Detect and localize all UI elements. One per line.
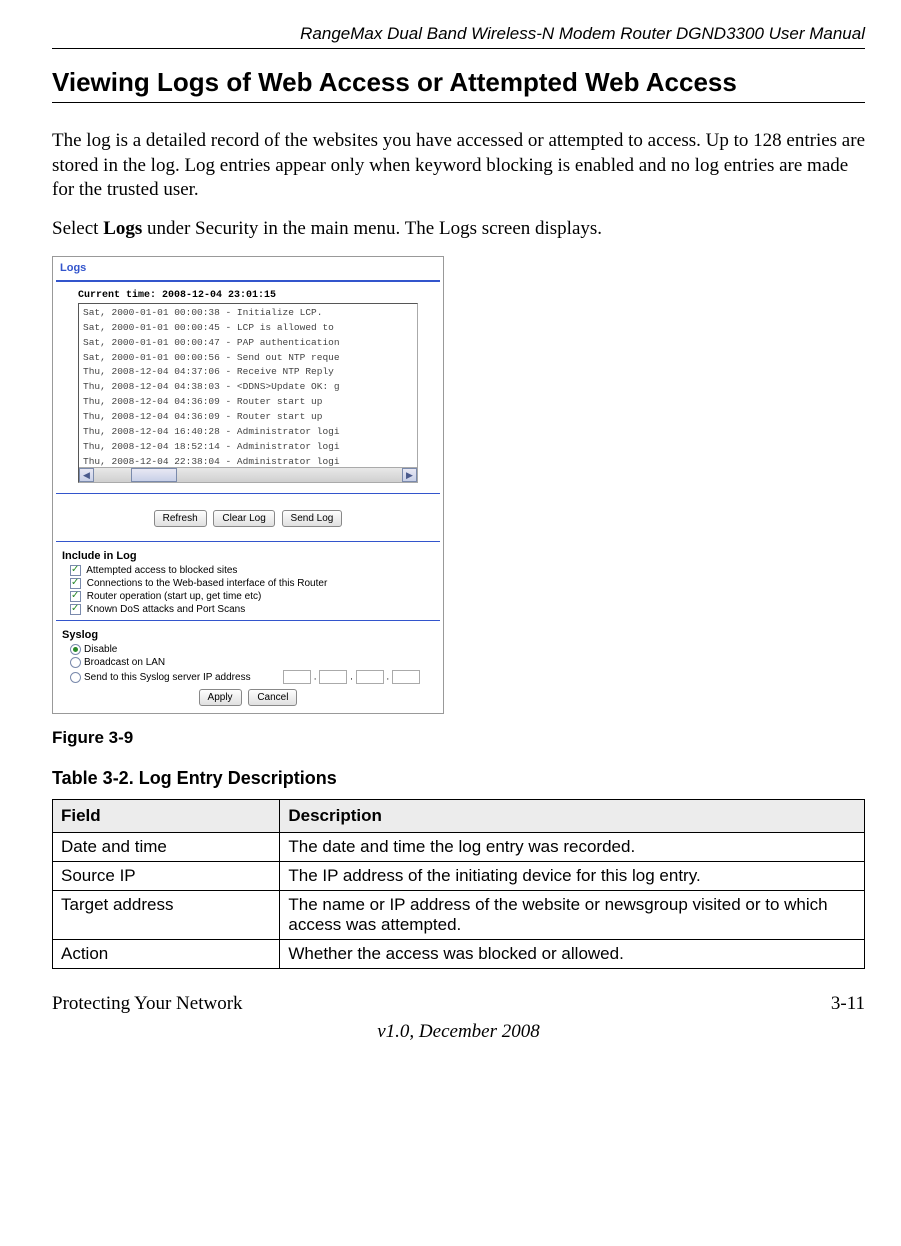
log-lines-1: Sat, 2000-01-01 00:00:45 - LCP is allowe… bbox=[79, 319, 417, 334]
include-item-row: Attempted access to blocked sites bbox=[56, 564, 440, 577]
checkbox-attempted-access[interactable] bbox=[70, 565, 81, 576]
syslog-option-row: Broadcast on LAN bbox=[56, 656, 440, 669]
cell-field: Action bbox=[53, 940, 280, 969]
current-time-label: Current time: 2008-12-04 23:01:15 bbox=[56, 290, 440, 303]
refresh-button[interactable]: Refresh bbox=[154, 510, 207, 527]
include-item-0: Attempted access to blocked sites bbox=[86, 565, 237, 576]
apply-button[interactable]: Apply bbox=[199, 689, 242, 706]
section-rule bbox=[52, 102, 865, 103]
checkbox-dos-attacks[interactable] bbox=[70, 604, 81, 615]
table-header-description: Description bbox=[280, 800, 865, 833]
footer-version: v1.0, December 2008 bbox=[52, 1021, 865, 1043]
table-header-field: Field bbox=[53, 800, 280, 833]
log-textarea[interactable]: Sat, 2000-01-01 00:00:38 - Initialize LC… bbox=[78, 303, 418, 483]
syslog-option-row: Send to this Syslog server IP address . … bbox=[56, 669, 440, 685]
syslog-ip-fields: . . . bbox=[283, 670, 440, 684]
log-entry-descriptions-table: Field Description Date and time The date… bbox=[52, 799, 865, 969]
cell-desc: The date and time the log entry was reco… bbox=[280, 833, 865, 862]
radio-syslog-sendto[interactable] bbox=[70, 672, 81, 683]
checkbox-router-operation[interactable] bbox=[70, 591, 81, 602]
include-item-row: Connections to the Web-based interface o… bbox=[56, 577, 440, 590]
log-lines-10: Thu, 2008-12-04 22:38:04 - Administrator… bbox=[79, 453, 417, 468]
cell-desc: The IP address of the initiating device … bbox=[280, 862, 865, 891]
include-in-log-heading: Include in Log bbox=[56, 548, 440, 564]
include-item-1: Connections to the Web-based interface o… bbox=[87, 578, 328, 589]
logs-divider-3 bbox=[56, 620, 440, 621]
header-rule bbox=[52, 48, 865, 49]
syslog-ip-octet-1[interactable] bbox=[283, 670, 311, 684]
table-row: Date and time The date and time the log … bbox=[53, 833, 865, 862]
footer-chapter: Protecting Your Network bbox=[52, 993, 243, 1015]
logs-panel-rule bbox=[56, 280, 440, 282]
intro-paragraph-2: Select Logs under Security in the main m… bbox=[52, 217, 865, 242]
log-horizontal-scrollbar[interactable]: ◀ ▶ bbox=[79, 467, 417, 482]
cell-desc: Whether the access was blocked or allowe… bbox=[280, 940, 865, 969]
scroll-thumb[interactable] bbox=[131, 468, 177, 482]
figure-caption: Figure 3-9 bbox=[52, 728, 865, 748]
table-row: Action Whether the access was blocked or… bbox=[53, 940, 865, 969]
log-lines-2: Sat, 2000-01-01 00:00:47 - PAP authentic… bbox=[79, 334, 417, 349]
cell-field: Date and time bbox=[53, 833, 280, 862]
syslog-broadcast-label: Broadcast on LAN bbox=[84, 657, 165, 668]
include-item-2: Router operation (start up, get time etc… bbox=[87, 591, 262, 602]
para2-bold: Logs bbox=[103, 218, 142, 239]
checkbox-web-connections[interactable] bbox=[70, 578, 81, 589]
log-lines-6: Thu, 2008-12-04 04:36:09 - Router start … bbox=[79, 393, 417, 408]
radio-syslog-disable[interactable] bbox=[70, 644, 81, 655]
manual-title: RangeMax Dual Band Wireless-N Modem Rout… bbox=[52, 24, 865, 44]
radio-syslog-broadcast[interactable] bbox=[70, 657, 81, 668]
scroll-left-icon[interactable]: ◀ bbox=[79, 468, 94, 482]
apply-cancel-row: Apply Cancel bbox=[56, 685, 440, 710]
section-heading: Viewing Logs of Web Access or Attempted … bbox=[52, 67, 865, 98]
syslog-option-row: Disable bbox=[56, 643, 440, 656]
clear-log-button[interactable]: Clear Log bbox=[213, 510, 274, 527]
syslog-sendto-label: Send to this Syslog server IP address bbox=[84, 672, 251, 683]
logs-divider-2 bbox=[56, 541, 440, 542]
log-lines-3: Sat, 2000-01-01 00:00:56 - Send out NTP … bbox=[79, 349, 417, 364]
log-lines-0: Sat, 2000-01-01 00:00:38 - Initialize LC… bbox=[79, 304, 417, 319]
table-header-row: Field Description bbox=[53, 800, 865, 833]
scroll-right-icon[interactable]: ▶ bbox=[402, 468, 417, 482]
include-item-row: Known DoS attacks and Port Scans bbox=[56, 603, 440, 616]
logs-screenshot: Logs Current time: 2008-12-04 23:01:15 S… bbox=[52, 256, 444, 715]
log-lines-8: Thu, 2008-12-04 16:40:28 - Administrator… bbox=[79, 423, 417, 438]
syslog-disable-label: Disable bbox=[84, 644, 117, 655]
para2-pre: Select bbox=[52, 218, 103, 239]
log-lines-7: Thu, 2008-12-04 04:36:09 - Router start … bbox=[79, 408, 417, 423]
log-buttons-row: Refresh Clear Log Send Log bbox=[56, 500, 440, 537]
page-footer: Protecting Your Network 3-11 v1.0, Decem… bbox=[52, 993, 865, 1043]
cell-desc: The name or IP address of the website or… bbox=[280, 891, 865, 940]
log-lines-4: Thu, 2008-12-04 04:37:06 - Receive NTP R… bbox=[79, 363, 417, 378]
footer-page-number: 3-11 bbox=[831, 993, 865, 1015]
logs-divider-1 bbox=[56, 493, 440, 494]
logs-panel-title: Logs bbox=[56, 260, 440, 274]
para2-post: under Security in the main menu. The Log… bbox=[142, 218, 602, 239]
log-lines-9: Thu, 2008-12-04 18:52:14 - Administrator… bbox=[79, 438, 417, 453]
log-lines-5: Thu, 2008-12-04 04:38:03 - <DDNS>Update … bbox=[79, 378, 417, 393]
intro-paragraph-1: The log is a detailed record of the webs… bbox=[52, 129, 865, 203]
table-caption: Table 3-2. Log Entry Descriptions bbox=[52, 768, 865, 789]
cancel-button[interactable]: Cancel bbox=[248, 689, 297, 706]
syslog-ip-octet-3[interactable] bbox=[356, 670, 384, 684]
cell-field: Source IP bbox=[53, 862, 280, 891]
syslog-ip-octet-4[interactable] bbox=[392, 670, 420, 684]
cell-field: Target address bbox=[53, 891, 280, 940]
send-log-button[interactable]: Send Log bbox=[282, 510, 343, 527]
table-row: Source IP The IP address of the initiati… bbox=[53, 862, 865, 891]
table-row: Target address The name or IP address of… bbox=[53, 891, 865, 940]
syslog-heading: Syslog bbox=[56, 627, 440, 643]
include-item-3: Known DoS attacks and Port Scans bbox=[87, 604, 245, 615]
syslog-ip-octet-2[interactable] bbox=[319, 670, 347, 684]
include-item-row: Router operation (start up, get time etc… bbox=[56, 590, 440, 603]
